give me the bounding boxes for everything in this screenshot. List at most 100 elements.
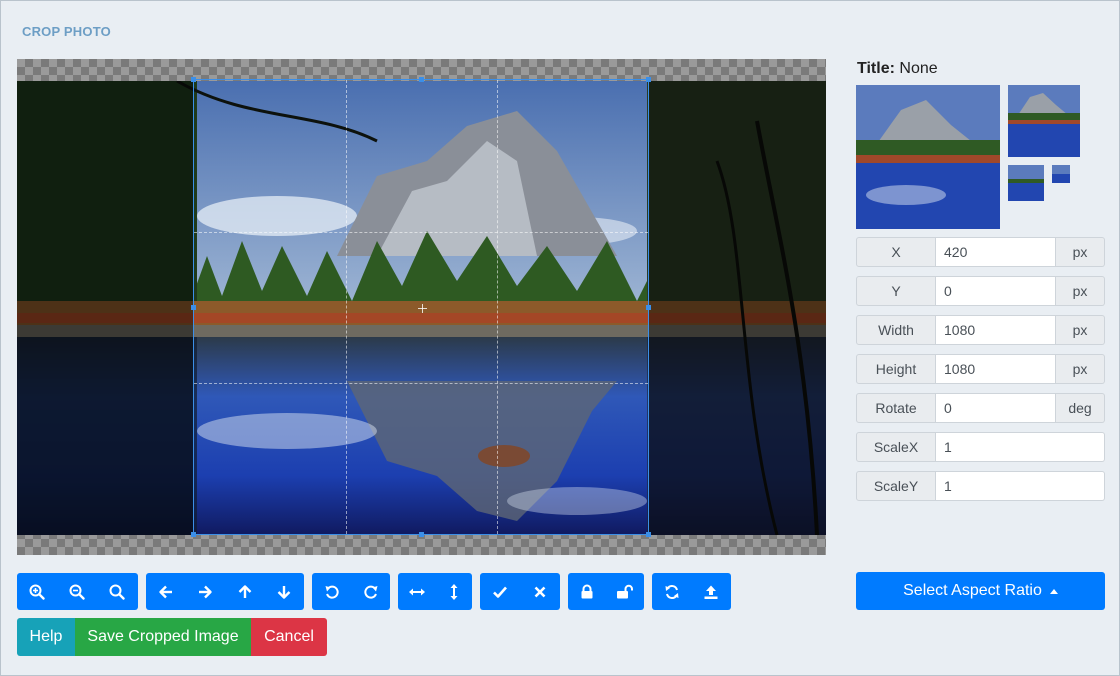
rotate-right-button[interactable]: [351, 573, 390, 610]
flip-button-group: [398, 573, 472, 610]
move-left-button[interactable]: [146, 573, 186, 610]
field-height: Height 1080 px: [856, 354, 1105, 384]
field-height-input[interactable]: 1080: [936, 354, 1056, 384]
crop-guide-vertical: [346, 80, 347, 534]
crop-confirm-button-group: [480, 573, 560, 610]
zoom-in-button[interactable]: [17, 573, 57, 610]
crop-handle-s[interactable]: [419, 532, 424, 537]
field-rotate-input[interactable]: 0: [936, 393, 1056, 423]
field-rotate-unit: deg: [1056, 393, 1105, 423]
crop-guide-vertical: [497, 80, 498, 534]
unlock-icon: [617, 584, 633, 598]
rotate-button-group: [312, 573, 390, 610]
field-y-unit: px: [1056, 276, 1105, 306]
field-scalex: ScaleX 1: [856, 432, 1105, 462]
field-x-unit: px: [1056, 237, 1105, 267]
field-x-label: X: [856, 237, 936, 267]
field-width-label: Width: [856, 315, 936, 345]
zoom-reset-button[interactable]: [97, 573, 137, 610]
flip-vertical-icon: [450, 583, 457, 600]
zoom-reset-icon: [109, 584, 125, 600]
unlock-button[interactable]: [606, 573, 644, 610]
crop-handle-e[interactable]: [646, 305, 651, 310]
reset-button[interactable]: [652, 573, 692, 610]
field-y-input[interactable]: 0: [936, 276, 1056, 306]
crop-handle-sw[interactable]: [191, 532, 196, 537]
move-down-button[interactable]: [265, 573, 305, 610]
crop-canvas[interactable]: [17, 59, 826, 555]
select-aspect-ratio-label: Select Aspect Ratio: [903, 582, 1042, 599]
reset-upload-button-group: [652, 573, 731, 610]
refresh-icon: [665, 584, 679, 599]
cancel-button[interactable]: Cancel: [251, 618, 327, 656]
preview-large: [856, 85, 1000, 229]
field-rotate: Rotate 0 deg: [856, 393, 1105, 423]
field-width: Width 1080 px: [856, 315, 1105, 345]
crop-mask-left: [17, 81, 193, 535]
action-button-group: Help Save Cropped Image Cancel: [17, 618, 327, 656]
field-scalex-label: ScaleX: [856, 432, 936, 462]
zoom-out-icon: [69, 584, 85, 600]
upload-button[interactable]: [692, 573, 732, 610]
zoom-button-group: [17, 573, 138, 610]
preview-medium: [1008, 85, 1080, 157]
crop-handle-n[interactable]: [419, 77, 424, 82]
field-height-unit: px: [1056, 354, 1105, 384]
move-up-button[interactable]: [225, 573, 265, 610]
preview-small: [1008, 165, 1044, 201]
field-x: X 420 px: [856, 237, 1105, 267]
zoom-out-button[interactable]: [57, 573, 97, 610]
crop-handle-se[interactable]: [646, 532, 651, 537]
save-cropped-image-button[interactable]: Save Cropped Image: [75, 618, 251, 656]
apply-crop-button[interactable]: [480, 573, 520, 610]
crop-mask-right: [649, 81, 826, 535]
flip-horizontal-icon: [408, 588, 425, 595]
move-button-group: [146, 573, 304, 610]
page-title: CROP PHOTO: [22, 24, 111, 39]
field-scaley-input[interactable]: 1: [936, 471, 1105, 501]
crop-handle-ne[interactable]: [646, 77, 651, 82]
image-title: Title: None: [857, 60, 938, 78]
flip-vertical-button[interactable]: [435, 573, 472, 610]
crop-guide-horizontal: [194, 383, 648, 384]
move-right-button[interactable]: [186, 573, 226, 610]
field-scaley-label: ScaleY: [856, 471, 936, 501]
caret-up-icon: [1049, 588, 1058, 594]
field-scalex-input[interactable]: 1: [936, 432, 1105, 462]
field-width-unit: px: [1056, 315, 1105, 345]
image-title-value: None: [899, 60, 938, 77]
close-icon: [534, 586, 546, 597]
rotate-left-button[interactable]: [312, 573, 351, 610]
lock-icon: [581, 584, 593, 598]
rotate-left-icon: [325, 585, 339, 599]
select-aspect-ratio-button[interactable]: Select Aspect Ratio: [856, 572, 1105, 610]
crop-handle-w[interactable]: [191, 305, 196, 310]
arrow-down-icon: [277, 585, 291, 599]
crop-box[interactable]: [191, 77, 651, 537]
crop-center-mark: [418, 304, 427, 313]
field-y: Y 0 px: [856, 276, 1105, 306]
help-button[interactable]: Help: [17, 618, 75, 656]
arrow-right-icon: [199, 585, 212, 598]
preview-tiny: [1052, 165, 1070, 183]
field-rotate-label: Rotate: [856, 393, 936, 423]
field-x-input[interactable]: 420: [936, 237, 1056, 267]
image-title-label: Title:: [857, 60, 895, 77]
rotate-right-icon: [363, 585, 377, 599]
field-scaley: ScaleY 1: [856, 471, 1105, 501]
upload-icon: [704, 585, 718, 599]
field-y-label: Y: [856, 276, 936, 306]
field-width-input[interactable]: 1080: [936, 315, 1056, 345]
arrow-left-icon: [159, 585, 172, 598]
lock-button-group: [568, 573, 644, 610]
field-height-label: Height: [856, 354, 936, 384]
clear-crop-button[interactable]: [520, 573, 560, 610]
flip-horizontal-button[interactable]: [398, 573, 435, 610]
lock-button[interactable]: [568, 573, 606, 610]
zoom-in-icon: [29, 584, 45, 600]
crop-handle-nw[interactable]: [191, 77, 196, 82]
arrow-up-icon: [238, 584, 252, 598]
crop-photo-dialog: CROP PHOTO Title: None X 420 px Y 0 px W…: [0, 0, 1120, 676]
check-icon: [493, 586, 507, 598]
crop-guide-horizontal: [194, 232, 648, 233]
